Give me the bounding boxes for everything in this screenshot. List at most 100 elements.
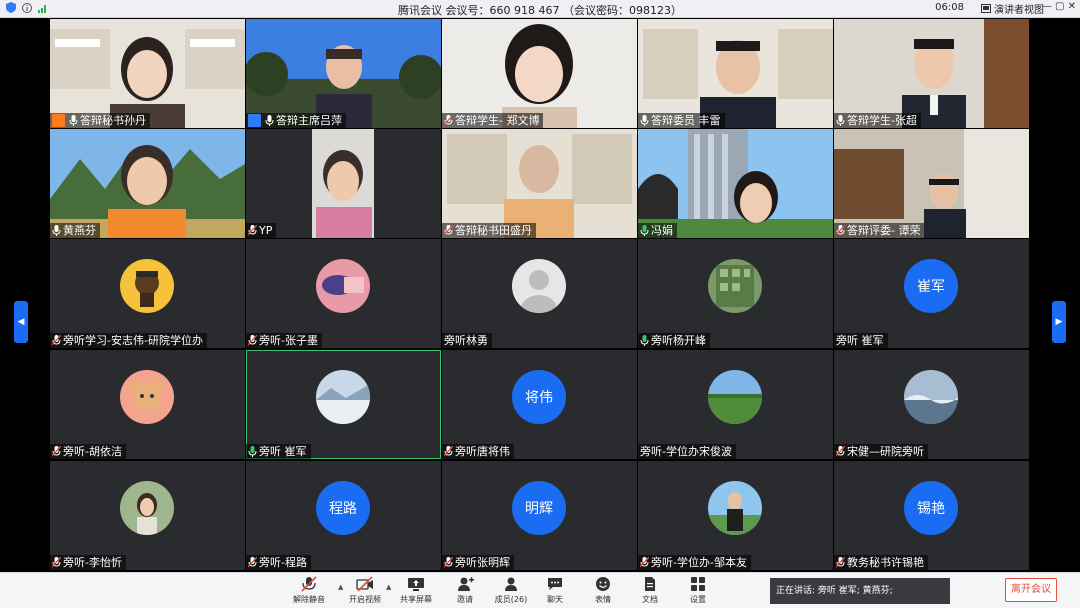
avatar — [708, 481, 762, 535]
settings-button[interactable]: 设置 — [676, 576, 720, 605]
name-tag: 旁听唐将伟 — [442, 444, 514, 459]
name-tag: 答辩学生- 郑文博 — [442, 113, 544, 128]
next-page-button[interactable]: ▶ — [1052, 301, 1066, 343]
docs-button[interactable]: 文档 — [628, 576, 672, 605]
participant-tile[interactable]: 崔军 旁听 崔军 — [834, 239, 1029, 348]
mic-active-icon — [248, 446, 257, 457]
share-screen-button[interactable]: 共享屏幕 — [394, 576, 438, 605]
start-video-button[interactable]: 开启视频 — [343, 576, 387, 605]
name-tag: 旁听杨开峰 — [638, 333, 710, 348]
video-grid: 答辩秘书孙丹 答辩主席吕萍 答辩学生- 郑文博 答辩委员 丰雷 答辩学生-张超 … — [0, 18, 1080, 572]
emoji-icon — [596, 577, 610, 591]
participant-tile[interactable]: 答辩评委- 谭荣 — [834, 129, 1029, 238]
mic-icon — [69, 115, 78, 126]
participant-name: 旁听-胡依洁 — [63, 445, 122, 458]
settings-icon — [691, 577, 705, 591]
mic-muted-icon — [301, 576, 317, 592]
participant-tile[interactable]: 旁听-学位办宋俊波 — [638, 350, 833, 459]
participant-tile[interactable]: 锡艳 教务秘书许锡艳 — [834, 461, 1029, 570]
video-feed — [50, 129, 245, 238]
window-controls[interactable]: — ▢ ✕ — [1042, 1, 1076, 12]
participant-tile[interactable]: 答辩主席吕萍 — [246, 19, 441, 128]
participant-tile[interactable]: 明辉 旁听张明辉 — [442, 461, 637, 570]
name-tag: 冯娟 — [638, 223, 677, 238]
name-tag: 旁听-李怡忻 — [50, 555, 126, 570]
document-icon — [645, 577, 655, 591]
participant-tile[interactable]: 旁听学习-安志伟-研院学位办 — [50, 239, 245, 348]
participant-tile[interactable]: 冯娟 — [638, 129, 833, 238]
reactions-button[interactable]: 表情 — [581, 576, 625, 605]
video-feed — [638, 19, 833, 128]
participant-tile[interactable]: 旁听杨开峰 — [638, 239, 833, 348]
invite-button[interactable]: 邀请 — [443, 576, 487, 605]
participant-tile[interactable]: YP — [246, 129, 441, 238]
avatar — [512, 259, 566, 313]
video-options-caret[interactable]: ▲ — [386, 583, 391, 591]
prev-page-button[interactable]: ◀ — [14, 301, 28, 343]
chevron-left-icon: ◀ — [17, 317, 25, 327]
leave-meeting-button[interactable]: 离开会议 — [1005, 578, 1057, 602]
mic-muted-icon — [444, 225, 453, 236]
avatar — [316, 370, 370, 424]
mic-muted-icon — [836, 225, 845, 236]
participant-name: 答辩委员 丰雷 — [651, 114, 721, 127]
settings-label: 设置 — [690, 595, 706, 604]
participant-tile[interactable]: 旁听-学位办-邹本友 — [638, 461, 833, 570]
chat-label: 聊天 — [547, 595, 563, 604]
meeting-toolbar: 解除静音 ▲ 开启视频 ▲ 共享屏幕 邀请 成员(26) 聊天 表情 文档 设置… — [0, 572, 1080, 608]
members-button[interactable]: 成员(26) — [489, 576, 533, 605]
participant-name: 旁听 崔军 — [259, 445, 307, 458]
participant-tile[interactable]: 答辩秘书田盛丹 — [442, 129, 637, 238]
avatar: 锡艳 — [904, 481, 958, 535]
name-tag: 旁听-学位办-邹本友 — [638, 555, 751, 570]
name-tag: 旁听学习-安志伟-研院学位办 — [50, 333, 207, 348]
participant-name: 冯娟 — [651, 224, 673, 237]
participant-name: YP — [259, 224, 273, 237]
video-feed — [246, 19, 441, 128]
mic-muted-icon — [248, 335, 257, 346]
participant-tile-active[interactable]: 旁听 崔军 — [246, 350, 441, 459]
participant-tile[interactable]: 答辩秘书孙丹 — [50, 19, 245, 128]
speaker-view-button[interactable]: 演讲者视图 — [981, 1, 1044, 16]
participant-tile[interactable]: 旁听-张子墨 — [246, 239, 441, 348]
participant-tile[interactable]: 旁听林勇 — [442, 239, 637, 348]
participant-name: 答辩学生- 郑文博 — [455, 114, 540, 127]
participant-tile[interactable]: 宋健—研院旁听 — [834, 350, 1029, 459]
mic-active-icon — [640, 225, 649, 236]
participant-name: 旁听-学位办-邹本友 — [651, 556, 747, 569]
video-feed — [50, 19, 245, 128]
name-tag: 黄燕芬 — [50, 223, 100, 238]
share-screen-label: 共享屏幕 — [400, 595, 432, 604]
participant-name: 旁听唐将伟 — [455, 445, 510, 458]
avatar: 崔军 — [904, 259, 958, 313]
avatar — [120, 259, 174, 313]
participant-name: 旁听 崔军 — [836, 334, 884, 347]
participant-tile[interactable]: 黄燕芬 — [50, 129, 245, 238]
participant-tile[interactable]: 答辩委员 丰雷 — [638, 19, 833, 128]
mic-muted-icon — [52, 557, 61, 568]
mic-muted-icon — [444, 446, 453, 457]
participant-tile[interactable]: 答辩学生- 郑文博 — [442, 19, 637, 128]
mic-icon — [836, 115, 845, 126]
cohost-icon — [248, 114, 261, 127]
participant-tile[interactable]: 旁听-胡依洁 — [50, 350, 245, 459]
participant-tile[interactable]: 答辩学生-张超 — [834, 19, 1029, 128]
name-tag: 旁听-胡依洁 — [50, 444, 126, 459]
mic-muted-icon — [52, 335, 61, 346]
participant-name: 答辩学生-张超 — [847, 114, 917, 127]
participant-name: 答辩秘书孙丹 — [80, 114, 146, 127]
unmute-button[interactable]: 解除静音 — [287, 576, 331, 605]
mic-muted-icon — [640, 557, 649, 568]
participant-tile[interactable]: 将伟 旁听唐将伟 — [442, 350, 637, 459]
mic-muted-icon — [444, 557, 453, 568]
participant-name: 教务秘书许锡艳 — [847, 556, 924, 569]
participant-tile[interactable]: 程路 旁听-程路 — [246, 461, 441, 570]
meeting-title: 腾讯会议 会议号：660 918 467 （会议密码：098123） — [398, 4, 682, 17]
mic-muted-icon — [836, 557, 845, 568]
participant-tile[interactable]: 旁听-李怡忻 — [50, 461, 245, 570]
docs-label: 文档 — [642, 595, 658, 604]
mic-icon — [640, 115, 649, 126]
name-tag: 旁听-程路 — [246, 555, 311, 570]
chat-button[interactable]: 聊天 — [533, 576, 577, 605]
name-tag: YP — [246, 223, 277, 238]
